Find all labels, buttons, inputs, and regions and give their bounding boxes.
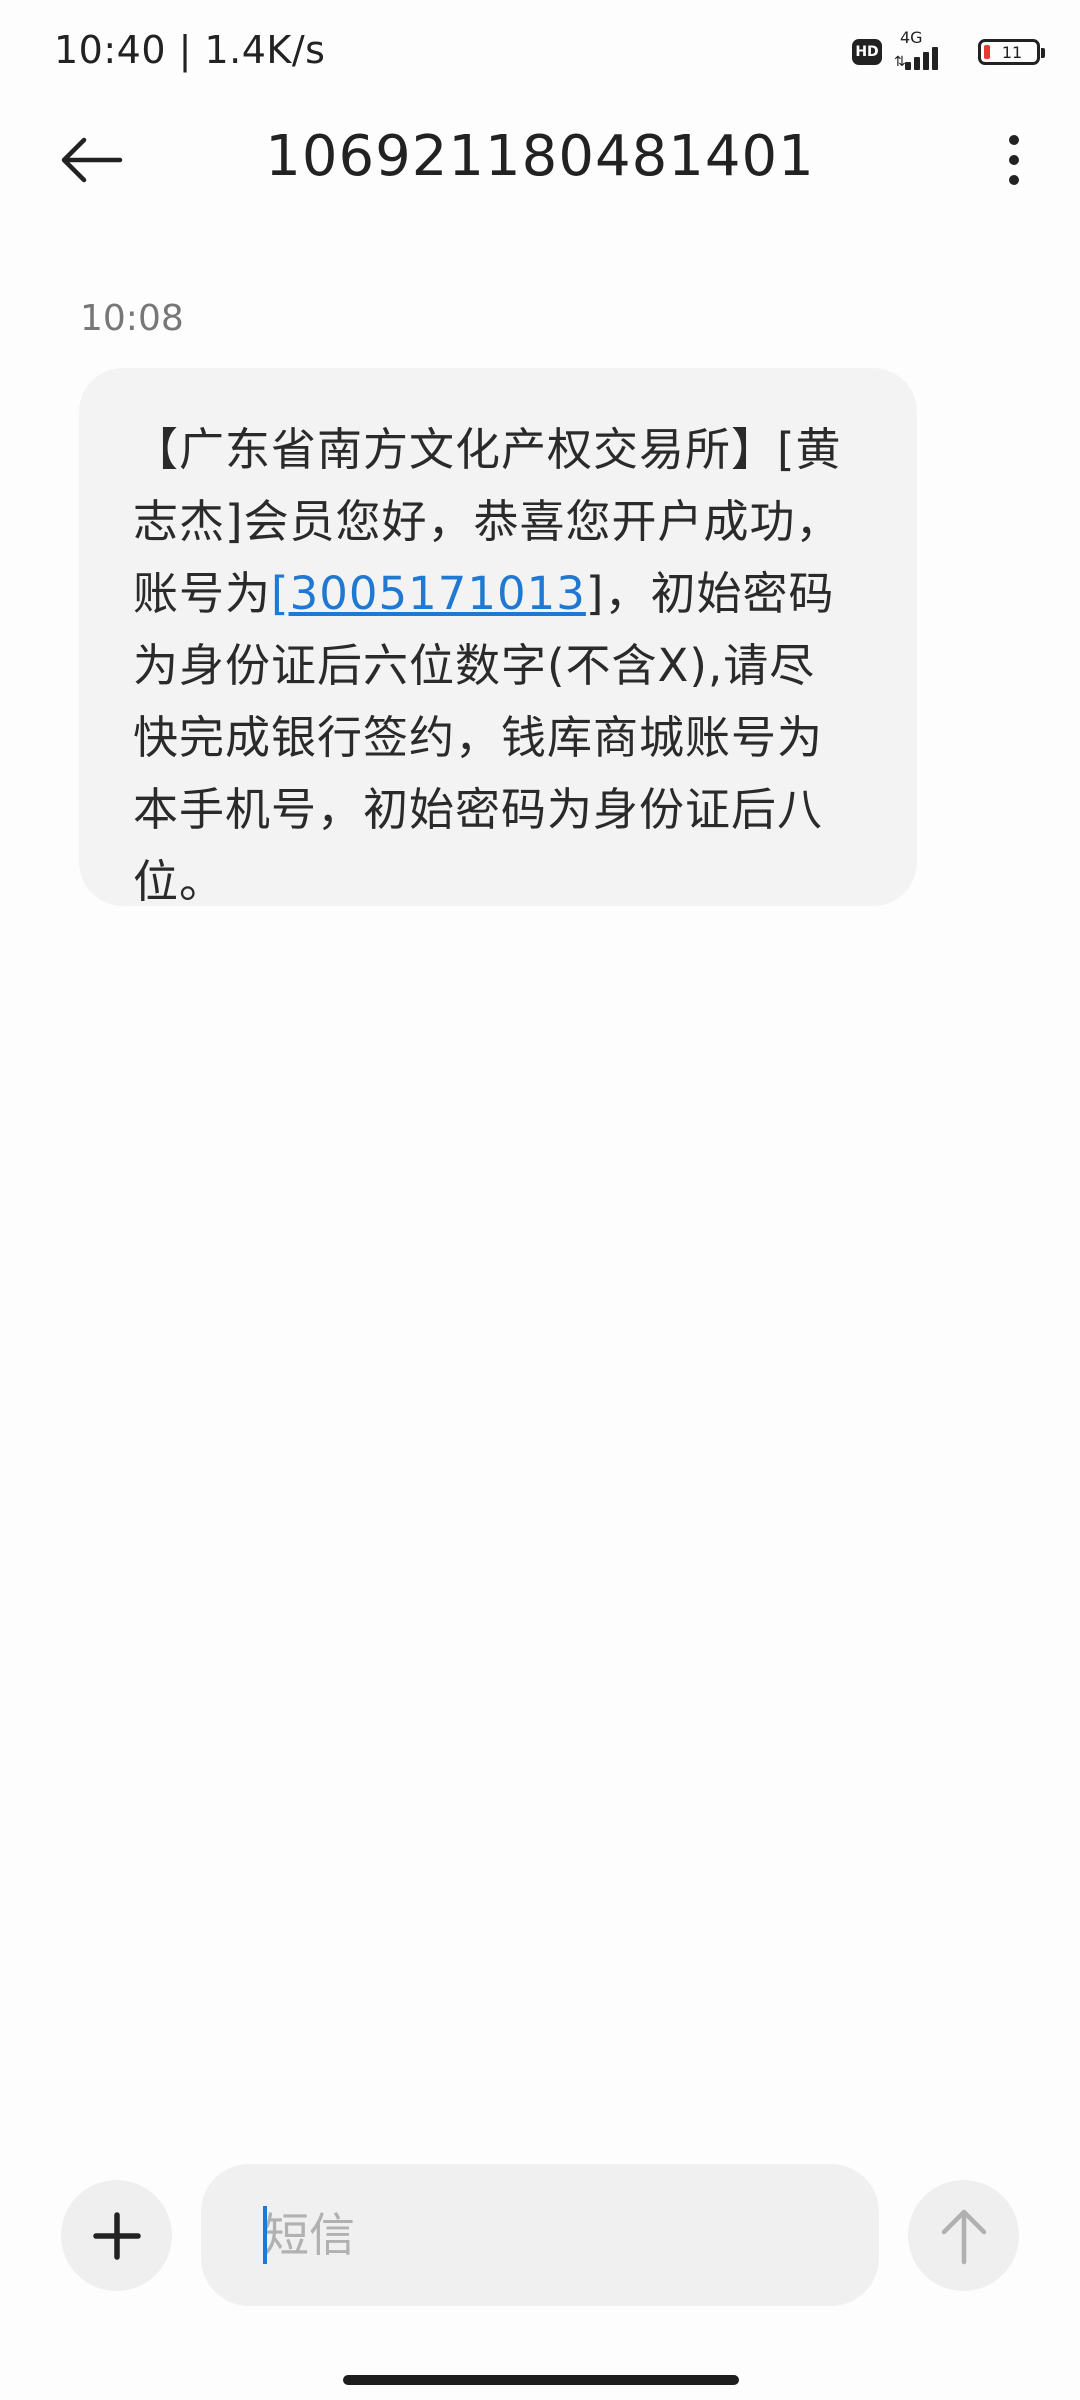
page-title: 106921180481401 <box>265 124 815 189</box>
message-input[interactable] <box>263 2208 823 2262</box>
more-options-button[interactable] <box>984 120 1044 200</box>
signal-bar <box>914 57 920 70</box>
add-attachment-button[interactable] <box>61 2180 172 2291</box>
status-time-speed: 10:40 | 1.4K/s <box>54 28 326 72</box>
battery-icon: 11 <box>978 39 1045 65</box>
sms-conversation-screen: 10:40 | 1.4K/s HD 4G ⇅ 11 10692118048140… <box>0 0 1080 2400</box>
hd-badge: HD <box>852 39 882 65</box>
send-button[interactable] <box>908 2180 1019 2291</box>
signal-bar <box>932 47 938 70</box>
plus-icon <box>92 2211 141 2260</box>
message-timestamp: 10:08 <box>80 298 184 339</box>
arrow-up-icon <box>941 2209 986 2264</box>
signal-bar <box>923 52 929 70</box>
account-number-link[interactable]: [3005171013 <box>271 567 586 620</box>
message-input-box[interactable] <box>201 2164 879 2306</box>
message-bubble[interactable]: 【广东省南方文化产权交易所】[黄志杰]会员您好，恭喜您开户成功，账号为[3005… <box>79 368 917 908</box>
message-text: 【广东省南方文化产权交易所】[黄志杰]会员您好，恭喜您开户成功，账号为[3005… <box>133 414 857 918</box>
text-cursor <box>263 2206 267 2264</box>
signal-icon: ⇅ <box>894 47 938 70</box>
network-type: 4G <box>900 28 923 47</box>
status-bar: 10:40 | 1.4K/s HD 4G ⇅ 11 <box>0 0 1080 100</box>
battery-fill <box>984 45 990 59</box>
signal-group: 4G ⇅ <box>894 28 966 74</box>
conversation-header: 106921180481401 <box>0 100 1080 220</box>
home-indicator[interactable] <box>343 2375 739 2385</box>
more-vertical-icon <box>1009 135 1019 185</box>
status-indicators: HD 4G ⇅ 11 <box>852 28 1045 74</box>
data-activity-icon: ⇅ <box>894 54 906 70</box>
signal-bar <box>905 62 911 70</box>
